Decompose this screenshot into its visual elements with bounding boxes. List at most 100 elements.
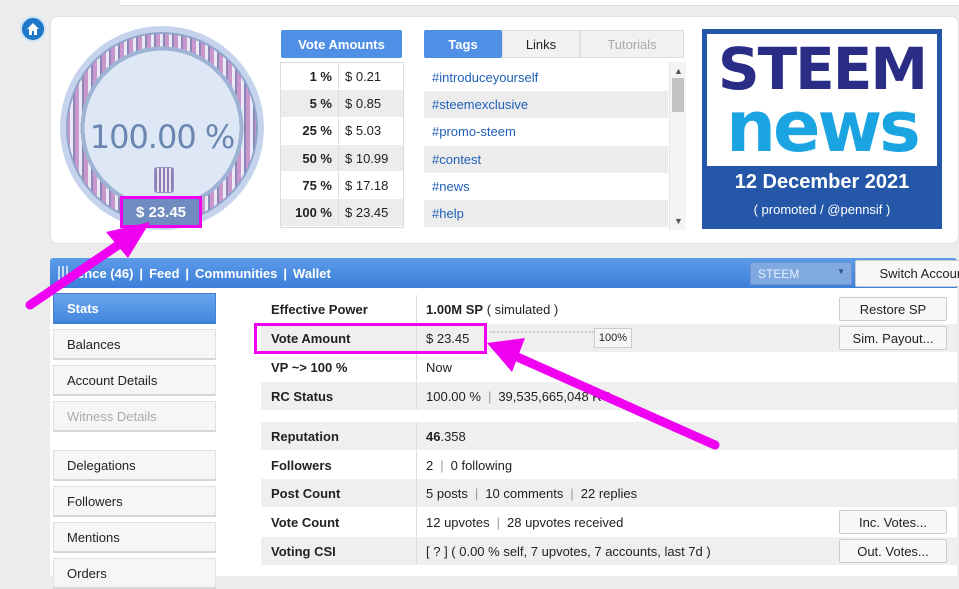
news-title-news: news — [726, 86, 921, 168]
vote-amounts-table: 1 % $ 0.21 5 % $ 0.85 25 % $ 5.03 50 % $ 10.… — [280, 62, 404, 228]
upvotes-count: 12 upvotes — [426, 514, 490, 530]
stat-row-rc-status: RC Status 100.00 % | 39,535,665,048 RC — [261, 382, 957, 410]
value-separator: | — [474, 485, 479, 501]
vote-pct: 5 % — [281, 90, 339, 117]
vote-amount-row: 25 % $ 5.03 — [281, 117, 403, 145]
stat-value: 12 upvotes | 28 upvotes received — [417, 515, 623, 530]
highlight-box — [254, 323, 487, 354]
following-count: 0 following — [450, 457, 513, 473]
value-separator: | — [570, 485, 574, 501]
news-date: 12 December 2021 — [734, 171, 910, 193]
value-separator: | — [496, 514, 500, 530]
tab-links[interactable]: Links — [502, 30, 580, 58]
tab-tutorials[interactable]: Tutorials — [580, 30, 684, 58]
out-votes-button[interactable]: Out. Votes... — [839, 539, 947, 563]
vote-pct: 75 % — [281, 172, 339, 199]
tag-link[interactable]: #steemexclusive — [424, 91, 668, 119]
value-separator: | — [440, 457, 444, 473]
nav-item-feed[interactable]: Feed — [149, 266, 179, 281]
grip-icon — [58, 266, 68, 280]
vote-weight-slider[interactable] — [490, 331, 594, 345]
stat-label: Followers — [261, 451, 417, 479]
sidebar-item-mentions[interactable]: Mentions — [53, 522, 216, 553]
chain-select[interactable]: STEEM ▼ — [750, 262, 852, 285]
stat-label: Reputation — [261, 422, 417, 450]
vote-pct: 1 % — [281, 63, 339, 90]
posts-count: 5 posts — [426, 485, 468, 501]
vote-amount-row: 5 % $ 0.85 — [281, 90, 403, 118]
sidebar-item-delegations[interactable]: Delegations — [53, 450, 216, 481]
vote-amt: $ 0.21 — [345, 68, 382, 84]
stat-row-vote-count: Vote Count 12 upvotes | 28 upvotes receive… — [261, 508, 957, 536]
home-icon — [27, 23, 39, 35]
nav-item-communities[interactable]: Communities — [195, 266, 277, 281]
stat-label: VP ~> 100 % — [261, 353, 417, 381]
stat-label: Voting CSI — [261, 537, 417, 565]
gauge-percent: 100.00 % — [89, 118, 236, 156]
steem-news-banner[interactable]: STEEM news 12 December 2021 ( promoted /… — [702, 29, 942, 229]
stat-row-followers: Followers 2 | 0 following — [261, 451, 957, 479]
tag-link[interactable]: #promo-steem — [424, 118, 668, 145]
sidebar-item-stats[interactable]: Stats — [53, 293, 216, 324]
vote-amt: $ 17.18 — [345, 177, 389, 193]
chevron-down-icon[interactable]: ▼ — [670, 214, 687, 228]
tab-tags[interactable]: Tags — [424, 30, 502, 58]
tag-link[interactable]: #news — [424, 173, 668, 200]
vote-amounts-header[interactable]: Vote Amounts — [281, 30, 402, 58]
chevron-down-icon: ▼ — [837, 267, 845, 276]
nav-links: rence (46) | Feed | Communities | Wallet — [58, 258, 331, 288]
nav-separator: | — [185, 265, 190, 281]
sidebar-item-account-details[interactable]: Account Details — [53, 365, 216, 396]
sidebar-item-orders[interactable]: Orders — [53, 558, 216, 589]
vote-weight-percent[interactable]: 100% — [594, 328, 632, 348]
chevron-up-icon[interactable]: ▲ — [670, 64, 687, 78]
nav-item-wallet[interactable]: Wallet — [293, 266, 331, 281]
stat-label: Vote Count — [261, 508, 417, 536]
voting-csi-value: [ ? ] ( 0.00 % self, 7 upvotes, 7 accoun… — [426, 543, 711, 559]
stat-row-effective-power: Effective Power 1.00M SP ( simulated ) R… — [261, 295, 957, 323]
comments-count: 10 comments — [485, 485, 564, 501]
scroll-thumb[interactable] — [672, 78, 684, 112]
tag-link[interactable]: #contest — [424, 145, 668, 173]
stat-value: 100.00 % | 39,535,665,048 RC — [417, 389, 611, 404]
reputation-int: 46 — [426, 428, 441, 444]
sidebar-item-balances[interactable]: Balances — [53, 329, 216, 360]
stat-value: 5 posts | 10 comments | 22 replies — [417, 486, 637, 501]
rc-percent: 100.00 % — [426, 388, 481, 404]
stat-row-post-count: Post Count 5 posts | 10 comments | 22 replie… — [261, 479, 957, 507]
chain-select-value: STEEM — [758, 266, 800, 281]
sidebar-item-followers[interactable]: Followers — [53, 486, 216, 517]
sim-payout-button[interactable]: Sim. Payout... — [839, 326, 947, 350]
vote-amt: $ 23.45 — [345, 205, 389, 221]
tag-link[interactable]: #introduceyourself — [424, 64, 668, 91]
stat-row-reputation: Reputation 46.358 — [261, 422, 957, 450]
inc-votes-button[interactable]: Inc. Votes... — [839, 510, 947, 534]
news-logo-area: STEEM news — [707, 34, 937, 166]
rc-amount: 39,535,665,048 RC — [498, 388, 612, 404]
top-strip — [120, 0, 959, 6]
stat-row-voting-csi: Voting CSI [ ? ] ( 0.00 % self, 7 upvote… — [261, 537, 957, 565]
switch-account-button[interactable]: Switch Account... — [855, 260, 959, 287]
stat-row-vp: VP ~> 100 % Now — [261, 353, 957, 381]
effective-power-note: ( simulated ) — [486, 301, 559, 317]
effective-power-value: 1.00M SP — [426, 301, 484, 317]
home-button[interactable] — [20, 16, 46, 42]
stat-label: Post Count — [261, 479, 417, 507]
restore-sp-button[interactable]: Restore SP — [839, 297, 947, 321]
tags-list: #introduceyourself #steemexclusive #prom… — [424, 64, 668, 228]
nav-separator: | — [283, 265, 288, 281]
vote-amount-row: 1 % $ 0.21 — [281, 63, 403, 91]
nav-item-reference[interactable]: rence (46) — [72, 266, 133, 281]
followers-count: 2 — [426, 457, 434, 473]
stat-value: 2 | 0 following — [417, 458, 512, 473]
vote-amount-row: 100 % $ 23.45 — [281, 199, 403, 227]
upvotes-received: 28 upvotes received — [507, 514, 624, 530]
account-navbar: rence (46) | Feed | Communities | Wallet… — [50, 258, 959, 288]
vote-pct: 50 % — [281, 144, 339, 172]
vote-amount-row: 75 % $ 17.18 — [281, 172, 403, 200]
tags-scrollbar[interactable]: ▲ ▼ — [669, 62, 686, 230]
vp-value: Now — [426, 359, 453, 375]
vote-amount-row: 50 % $ 10.99 — [281, 144, 403, 173]
vote-amt: $ 0.85 — [345, 95, 382, 111]
tag-link[interactable]: #help — [424, 199, 668, 228]
